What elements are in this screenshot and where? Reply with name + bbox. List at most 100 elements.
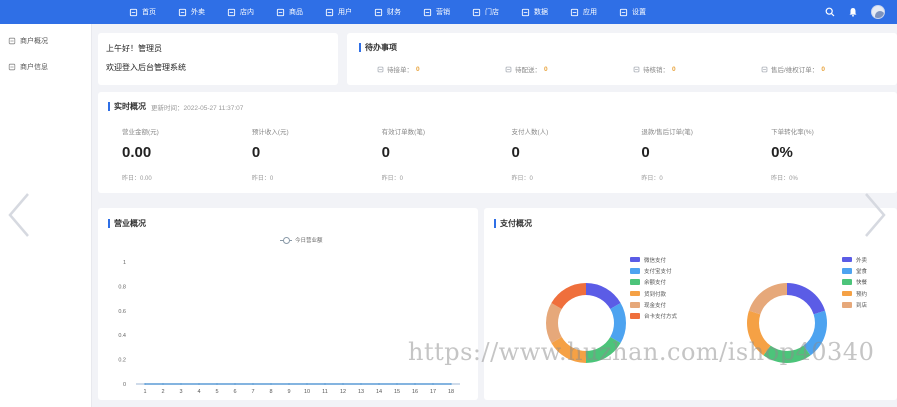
data-point[interactable]	[144, 383, 146, 385]
donut-slice[interactable]	[748, 283, 787, 315]
sidebar-item-0[interactable]: 商户概况	[0, 28, 91, 54]
prev-arrow-icon[interactable]	[4, 190, 34, 240]
legend-item[interactable]: 快餐	[842, 277, 867, 288]
data-point[interactable]	[342, 383, 344, 385]
nav-item-2[interactable]: 店内	[216, 0, 265, 24]
donut-slice[interactable]	[586, 283, 621, 309]
legend-item[interactable]: 预约	[842, 288, 867, 299]
legend-label: 快餐	[856, 280, 868, 287]
legend-item[interactable]: 台卡支付方式	[630, 310, 677, 321]
donut-slice[interactable]	[546, 303, 562, 343]
data-point[interactable]	[270, 383, 272, 385]
data-point[interactable]	[198, 383, 200, 385]
legend-item[interactable]: 微信支付	[630, 254, 677, 265]
todo-value: 0	[416, 65, 420, 73]
nav-item-label: 商品	[289, 9, 303, 16]
donut-slice[interactable]	[551, 283, 586, 309]
legend-item[interactable]: 货到付款	[630, 288, 677, 299]
todo-title: 待办事项	[359, 42, 885, 53]
next-arrow-icon[interactable]	[860, 190, 890, 240]
metric-label: 支付人数(人)	[511, 129, 549, 136]
nav-item-9[interactable]: 应用	[559, 0, 608, 24]
y-tick-label: 1	[123, 260, 126, 266]
legend-item[interactable]: 堂食	[842, 265, 867, 276]
business-line-chart: 00.20.40.60.811 2 3 4 5 6 7 8 9 10 11 12 13 14 15 16 17 1…	[118, 260, 460, 395]
nav-item-10[interactable]: 设置	[608, 0, 657, 24]
metric-label: 营业金额(元)	[122, 129, 159, 136]
x-tick-label: 15	[394, 389, 400, 395]
bell-icon[interactable]	[848, 7, 858, 17]
data-point[interactable]	[378, 383, 380, 385]
nav-item-label: 财务	[387, 9, 401, 16]
nav-item-8[interactable]: 数据	[510, 0, 559, 24]
metric-value: 0	[511, 144, 520, 161]
payment-card: 支付概况 微信支付 支付宝支付 余额支付 货到付款 现金支付 台卡支付方式 外卖 堂食 快餐预…	[484, 208, 897, 400]
nav-item-4[interactable]: 用户	[314, 0, 363, 24]
y-tick-label: 0	[123, 382, 126, 388]
x-tick-label: 17	[430, 389, 436, 395]
top-nav-bar: 首页 外卖 店内 商品 用户 财务 营销 门店 数据 应用 设置	[0, 0, 897, 24]
legend-label: 现金支付	[644, 302, 667, 309]
legend-item[interactable]: 余额支付	[630, 277, 677, 288]
legend-swatch	[842, 302, 852, 308]
nav-item-5[interactable]: 财务	[363, 0, 412, 24]
legend-label: 支付宝支付	[644, 268, 672, 275]
data-point[interactable]	[396, 383, 398, 385]
sidebar-item-1[interactable]: 商户信息	[0, 54, 91, 80]
nav-item-label: 数据	[534, 9, 548, 16]
data-point[interactable]	[180, 383, 182, 385]
data-point[interactable]	[450, 383, 452, 385]
data-point[interactable]	[234, 383, 236, 385]
nav-item-1[interactable]: 外卖	[167, 0, 216, 24]
legend-item[interactable]: 现金支付	[630, 299, 677, 310]
x-tick-label: 14	[376, 389, 382, 395]
data-point[interactable]	[432, 383, 434, 385]
todo-item[interactable]: 待接单： 0	[359, 64, 487, 74]
legend-item[interactable]: 到店	[842, 299, 867, 310]
todo-item[interactable]: 待配送： 0	[487, 64, 615, 74]
realtime-title: 实时概况 更新时间：2022-05-27 11:37:07	[108, 101, 887, 112]
avatar[interactable]	[871, 5, 885, 19]
metric-label: 退款/售后订单(笔)	[641, 129, 693, 136]
nav-item-label: 门店	[485, 9, 499, 16]
todo-item[interactable]: 待核销： 0	[615, 64, 743, 74]
metric-1: 预计收入(元) 0 昨日：0	[238, 126, 368, 182]
data-point[interactable]	[162, 383, 164, 385]
legend-label: 预约	[856, 291, 868, 298]
nav-item-0[interactable]: 首页	[118, 0, 167, 24]
todo-label: 售后/维权订单：	[771, 67, 819, 74]
search-icon[interactable]	[825, 7, 835, 17]
x-tick-label: 16	[412, 389, 418, 395]
metric-label: 预计收入(元)	[251, 129, 289, 136]
legend-item[interactable]: 外卖	[842, 254, 867, 265]
legend-item[interactable]: 支付宝支付	[630, 265, 677, 276]
nav-item-3[interactable]: 商品	[265, 0, 314, 24]
watermark: https://www.huzhan.com/ishop40340	[408, 338, 875, 366]
data-point[interactable]	[360, 383, 362, 385]
todo-item[interactable]: 售后/维权订单： 0	[743, 64, 871, 74]
legend-swatch	[630, 290, 640, 297]
overview-icon	[8, 37, 16, 45]
metrics-row: 营业金额(元) 0.00 昨日：0.00 预计收入(元) 0 昨日：0 有效订单数(笔) 0 昨…	[108, 126, 887, 182]
data-point[interactable]	[324, 383, 326, 385]
metric-yesterday: 昨日：0	[641, 176, 663, 182]
settings-icon	[619, 8, 628, 16]
realtime-card: 实时概况 更新时间：2022-05-27 11:37:07 营业金额(元) 0.00…	[98, 92, 897, 193]
data-point[interactable]	[288, 383, 290, 385]
data-point[interactable]	[252, 383, 254, 385]
nav-item-7[interactable]: 门店	[461, 0, 510, 24]
donut-slice[interactable]	[787, 283, 826, 315]
goods-icon	[276, 8, 285, 16]
data-point[interactable]	[216, 383, 218, 385]
nav-item-label: 应用	[583, 9, 597, 16]
nav-item-6[interactable]: 营销	[412, 0, 461, 24]
metric-value: 0.00	[122, 144, 152, 161]
todo-label: 待核销：	[643, 67, 669, 74]
donut-slice[interactable]	[610, 303, 626, 343]
line-legend[interactable]: 今日营业额	[280, 236, 323, 244]
data-point[interactable]	[306, 383, 308, 385]
home-icon	[129, 8, 138, 16]
data-point[interactable]	[414, 383, 416, 385]
legend-label: 货到付款	[644, 291, 667, 298]
todo-icon	[761, 66, 768, 72]
